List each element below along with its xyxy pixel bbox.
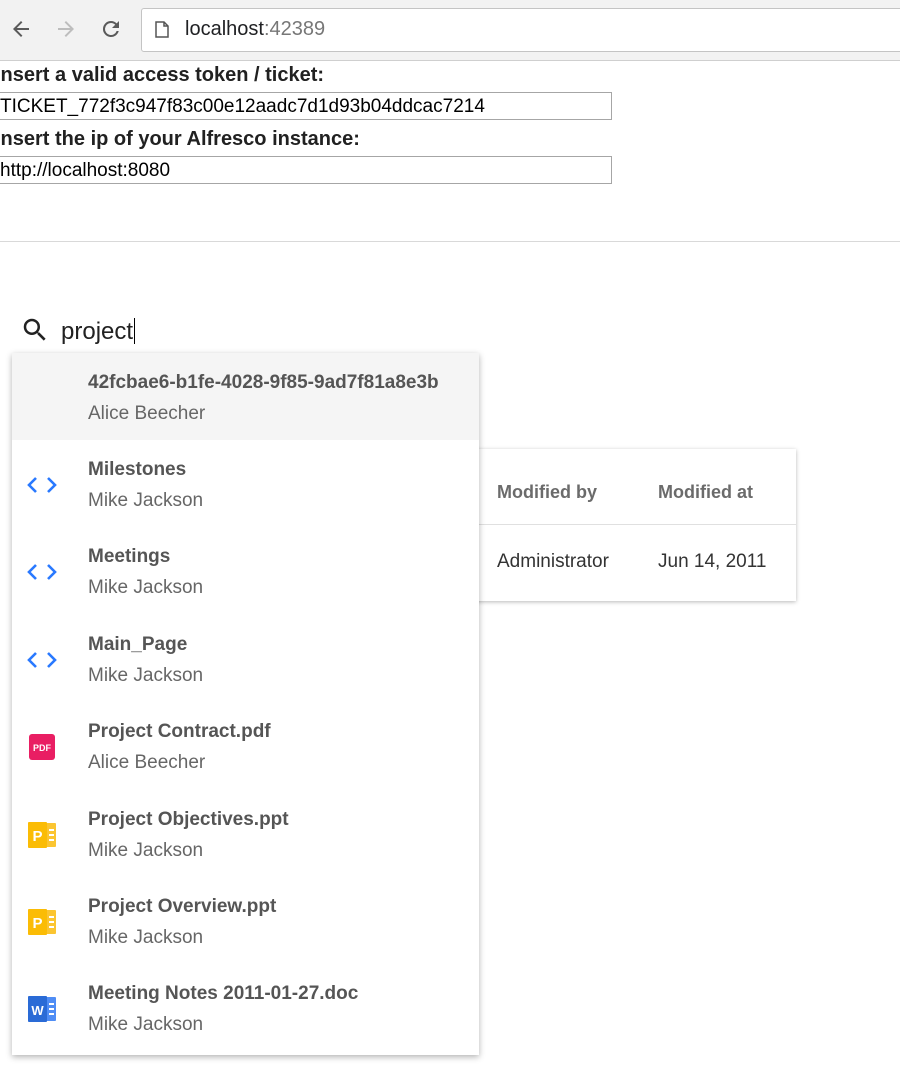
cell-modified-at[interactable]: Jun 14, 2011 <box>658 551 766 573</box>
text-caret <box>134 318 136 344</box>
search-value: project <box>61 318 134 345</box>
search-input[interactable]: project <box>61 312 479 355</box>
suggestion-item[interactable]: Main_Page Mike Jackson <box>12 616 479 703</box>
code-icon <box>26 644 58 676</box>
url-port: :42389 <box>263 18 326 40</box>
suggestion-title: Meetings <box>88 546 171 567</box>
column-header-modified-by[interactable]: Modified by <box>497 482 597 503</box>
suggestion-author: Mike Jackson <box>88 577 204 598</box>
suggestion-title: 42fcbae6-b1fe-4028-9f85-9ad7f81a8e3b <box>88 372 439 393</box>
forward-button[interactable] <box>51 14 81 44</box>
divider <box>0 241 900 242</box>
suggestion-title: Project Contract.pdf <box>88 721 271 742</box>
ppt-icon-text: P <box>32 828 42 845</box>
powerpoint-icon: P <box>26 819 58 851</box>
suggestion-author: Mike Jackson <box>88 665 204 686</box>
suggestion-author: Alice Beecher <box>88 403 206 424</box>
back-button[interactable] <box>6 14 36 44</box>
word-icon: W <box>26 993 58 1025</box>
address-bar[interactable]: localhost:42389 <box>141 8 900 52</box>
suggestion-author: Alice Beecher <box>88 752 206 773</box>
suggestion-item[interactable]: PDF Project Contract.pdf Alice Beecher <box>12 703 479 790</box>
browser-toolbar: localhost:42389 <box>0 0 900 61</box>
code-icon <box>26 469 58 501</box>
ip-input[interactable]: http://localhost:8080 <box>0 156 612 184</box>
suggestion-title: Project Objectives.ppt <box>88 809 289 830</box>
word-icon-text: W <box>31 1003 44 1018</box>
suggestion-title: Project Overview.ppt <box>88 896 277 917</box>
suggestion-item[interactable]: Milestones Mike Jackson <box>12 441 479 528</box>
suggestion-author: Mike Jackson <box>88 927 204 948</box>
url-text: localhost:42389 <box>185 18 325 41</box>
suggestion-item[interactable]: 42fcbae6-b1fe-4028-9f85-9ad7f81a8e3b Ali… <box>12 353 479 440</box>
ip-label: Insert the ip of your Alfresco instance: <box>0 128 360 150</box>
suggestion-item[interactable]: W Meeting Notes 2011-01-27.doc Mike Jack… <box>12 965 479 1052</box>
suggestion-author: Mike Jackson <box>88 1014 204 1035</box>
suggestion-title: Milestones <box>88 459 187 480</box>
pdf-icon: PDF <box>26 731 58 763</box>
url-host: localhost <box>185 18 264 40</box>
token-label: Insert a valid access token / ticket: <box>0 64 325 86</box>
suggestion-author: Mike Jackson <box>88 490 204 511</box>
arrow-left-icon <box>13 21 29 37</box>
search-icon[interactable] <box>20 315 50 345</box>
powerpoint-icon: P <box>26 906 58 938</box>
column-header-modified-at[interactable]: Modified at <box>658 482 753 503</box>
suggestion-item[interactable]: P Project Objectives.ppt Mike Jackson <box>12 791 479 878</box>
suggestion-item[interactable]: P Project Overview.ppt Mike Jackson <box>12 878 479 965</box>
ppt-icon-text: P <box>32 915 42 932</box>
suggestion-item[interactable]: Meetings Mike Jackson <box>12 528 479 615</box>
search-suggestions: 42fcbae6-b1fe-4028-9f85-9ad7f81a8e3b Ali… <box>12 353 479 1055</box>
token-input[interactable]: TICKET_772f3c947f83c00e12aadc7d1d93b04dd… <box>0 92 612 120</box>
suggestion-author: Mike Jackson <box>88 840 204 861</box>
suggestion-title: Meeting Notes 2011-01-27.doc <box>88 983 359 1004</box>
suggestion-title: Main_Page <box>88 634 188 655</box>
cell-modified-by[interactable]: Administrator <box>497 551 609 573</box>
arrow-right-icon <box>58 21 74 37</box>
reload-button[interactable] <box>96 14 126 44</box>
code-icon <box>26 556 58 588</box>
page-icon <box>155 21 169 38</box>
reload-icon <box>102 20 119 37</box>
pdf-icon-text: PDF <box>33 743 52 753</box>
